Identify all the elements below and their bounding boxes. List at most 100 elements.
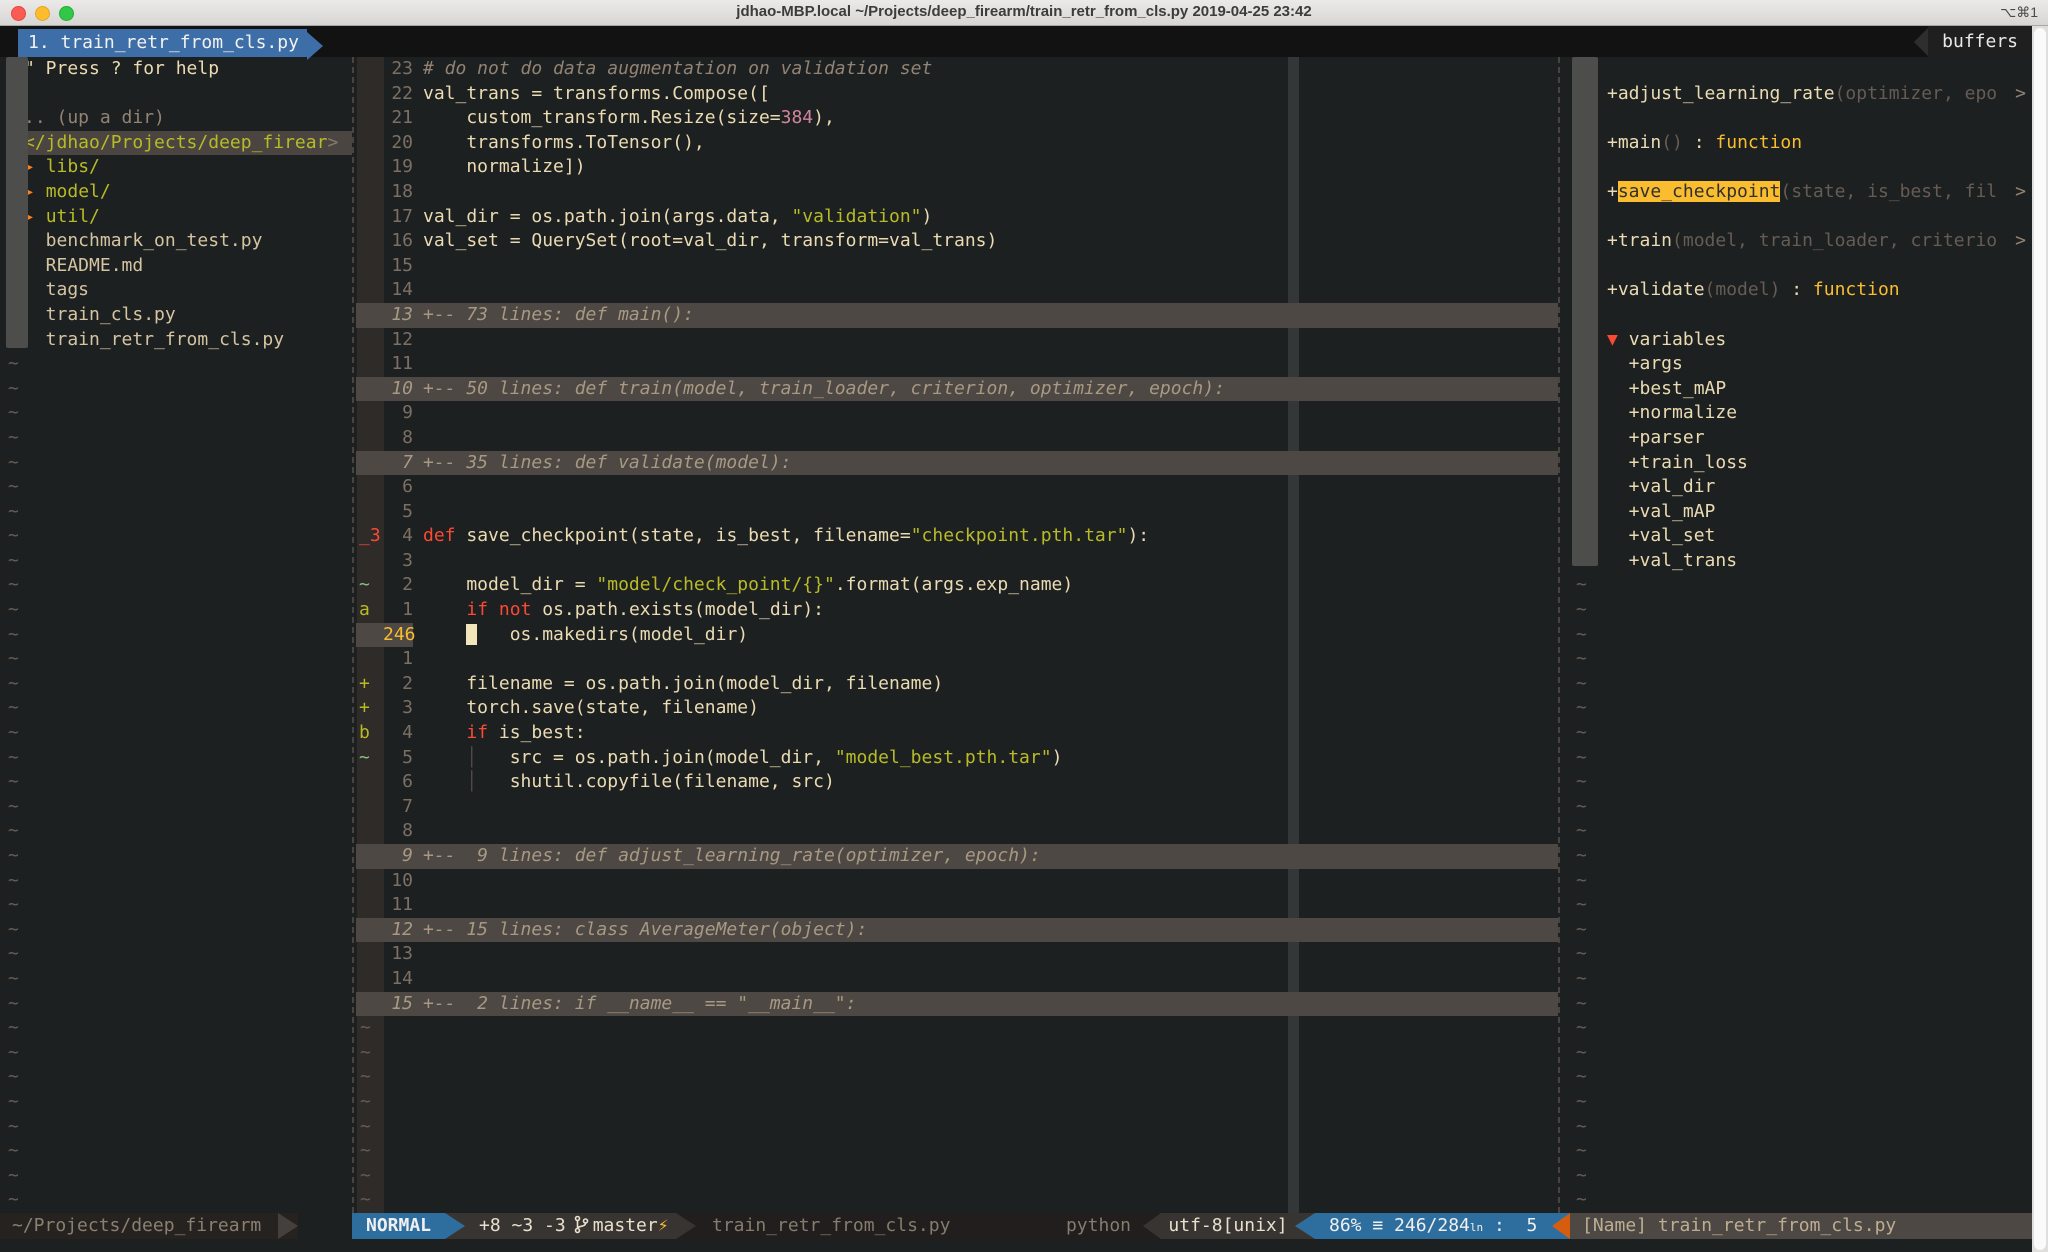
tag-text: (optimizer, epo [1835,83,1998,104]
code-line[interactable]: 14 [356,278,1558,303]
code-line[interactable]: 3 [356,549,1558,574]
code-line[interactable]: 12 [356,328,1558,353]
fold-line[interactable]: 15+-- 2 lines: if __name__ == "__main__"… [356,992,1558,1017]
tag-entry[interactable]: +val_dir [1562,475,2032,500]
code-line[interactable]: 16val_set = QuerySet(root=val_dir, trans… [356,229,1558,254]
tree-help-text: " Press ? for help [24,58,219,79]
gutter-sign [356,500,383,525]
code-line[interactable]: +3 torch.save(state, filename) [356,696,1558,721]
tag-entry[interactable]: +val_trans [1562,549,2032,574]
tag-entry[interactable]: +val_mAP [1562,500,2032,525]
code-line[interactable]: 18 [356,180,1558,205]
tag-entry[interactable]: +parser [1562,426,2032,451]
code-line[interactable]: 1 [356,647,1558,672]
tag-entry[interactable]: +train(model, train_loader, criterio> [1562,229,2032,254]
line-number: 11 [383,352,413,377]
code-line[interactable]: 17val_dir = os.path.join(args.data, "val… [356,205,1558,230]
code-line[interactable]: b4 if is_best: [356,721,1558,746]
code-line[interactable]: 5 [356,500,1558,525]
tilde-marker: ~ [8,599,19,620]
code-line[interactable]: 10 [356,869,1558,894]
tag-entry[interactable]: +normalize [1562,401,2032,426]
gutter-sign [356,278,383,303]
code-token: "checkpoint.pth.tar" [911,525,1128,546]
tag-entry[interactable]: +train_loss [1562,451,2032,476]
code-line[interactable]: 14 [356,967,1558,992]
tree-file-item[interactable]: benchmark_on_test.py [0,229,352,254]
code-line[interactable]: 13 [356,942,1558,967]
tag-text: +main [1607,132,1661,153]
code-line[interactable]: _34def save_checkpoint(state, is_best, f… [356,524,1558,549]
filetree-scrollbar-thumb[interactable] [6,57,28,348]
code-line[interactable]: 246 os.makedirs(model_dir) [356,623,1558,648]
command-line[interactable] [0,1239,2032,1252]
tilde-line: ~ [1562,893,2032,918]
fold-text: +-- 73 lines: def main(): [413,304,694,325]
code-line[interactable]: 8 [356,426,1558,451]
line-number: 6 [383,475,413,500]
gutter-sign [356,229,383,254]
code-token: filename = os.path.join(model_dir, filen… [423,673,943,694]
tilde-line: ~ [1562,746,2032,771]
tagbar-scrollbar-thumb[interactable] [1572,57,1598,566]
tree-root-item[interactable]: </jdhao/Projects/deep_firear> [0,131,352,156]
tilde-line: ~ [0,573,352,598]
tab-active[interactable]: 1. train_retr_from_cls.py [18,29,307,57]
buffers-indicator[interactable]: buffers [1928,26,2032,57]
tree-file-item[interactable]: README.md [0,254,352,279]
code-line[interactable]: 6 │ shutil.copyfile(filename, src) [356,770,1558,795]
tag-entry[interactable]: +validate(model) : function [1562,278,2032,303]
tree-file-item[interactable]: train_cls.py [0,303,352,328]
code-line[interactable]: a1 if not os.path.exists(model_dir): [356,598,1558,623]
line-number: 9 [383,401,413,426]
fold-line[interactable]: 13+-- 73 lines: def main(): [356,303,1558,328]
macos-scrollbar[interactable] [2032,26,2048,1252]
tree-dir-item[interactable]: ▸ libs/ [0,155,352,180]
gutter-sign [356,205,383,230]
fold-line[interactable]: 7+-- 35 lines: def validate(model): [356,451,1558,476]
code-line[interactable]: 6 [356,475,1558,500]
fold-line[interactable]: 10+-- 50 lines: def train(model, train_l… [356,377,1558,402]
tilde-marker: ~ [8,525,19,546]
code-line[interactable]: +2 filename = os.path.join(model_dir, fi… [356,672,1558,697]
code-line[interactable]: 11 [356,352,1558,377]
window-separator-right[interactable] [1558,57,1560,1213]
tag-text: +val_trans [1607,550,1737,571]
tree-file-item[interactable]: train_retr_from_cls.py [0,328,352,353]
tree-updir-item[interactable]: .. (up a dir) [0,106,352,131]
tag-entry[interactable]: +main() : function [1562,131,2032,156]
tag-entry[interactable]: ▼ variables [1562,328,2032,353]
code-line[interactable]: 19 normalize]) [356,155,1558,180]
code-line[interactable]: 21 custom_transform.Resize(size=384), [356,106,1558,131]
fold-line[interactable]: 9+-- 9 lines: def adjust_learning_rate(o… [356,844,1558,869]
code-line[interactable]: ~2 model_dir = "model/check_point/{}".fo… [356,573,1558,598]
tag-text: +val_dir [1607,476,1715,497]
code-line[interactable]: 20 transforms.ToTensor(), [356,131,1558,156]
window-title: jdhao-MBP.local ~/Projects/deep_firearm/… [0,3,2048,20]
tilde-line: ~ [1562,918,2032,943]
code-line[interactable]: 7 [356,795,1558,820]
code-line[interactable]: 11 [356,893,1558,918]
code-line[interactable]: 15 [356,254,1558,279]
code-line[interactable]: 23# do not do data augmentation on valid… [356,57,1558,82]
tag-entry[interactable]: +adjust_learning_rate(optimizer, epo> [1562,82,2032,107]
fold-text: +-- 50 lines: def train(model, train_loa… [413,378,1225,399]
code-token: ) [922,206,933,227]
tree-dir-item[interactable]: ▸ model/ [0,180,352,205]
code-line[interactable]: 22val_trans = transforms.Compose([ [356,82,1558,107]
tag-entry[interactable]: +args [1562,352,2032,377]
tag-entry[interactable]: +val_set [1562,524,2032,549]
code-line[interactable]: 8 [356,819,1558,844]
scrollbar-thumb[interactable] [2034,28,2046,1250]
code-line[interactable]: ~5 │ src = os.path.join(model_dir, "mode… [356,746,1558,771]
code-line[interactable]: 9 [356,401,1558,426]
fold-line[interactable]: 12+-- 15 lines: class AverageMeter(objec… [356,918,1558,943]
tree-file-item[interactable]: tags [0,278,352,303]
line-number: 4 [383,721,413,746]
code-token: val_trans = transforms.Compose([ [423,83,770,104]
tree-dir-item[interactable]: ▸ util/ [0,205,352,230]
window-separator-left[interactable] [352,57,354,1213]
gutter-sign [356,647,383,672]
tag-entry[interactable]: +best_mAP [1562,377,2032,402]
tag-entry[interactable]: +save_checkpoint(state, is_best, fil> [1562,180,2032,205]
